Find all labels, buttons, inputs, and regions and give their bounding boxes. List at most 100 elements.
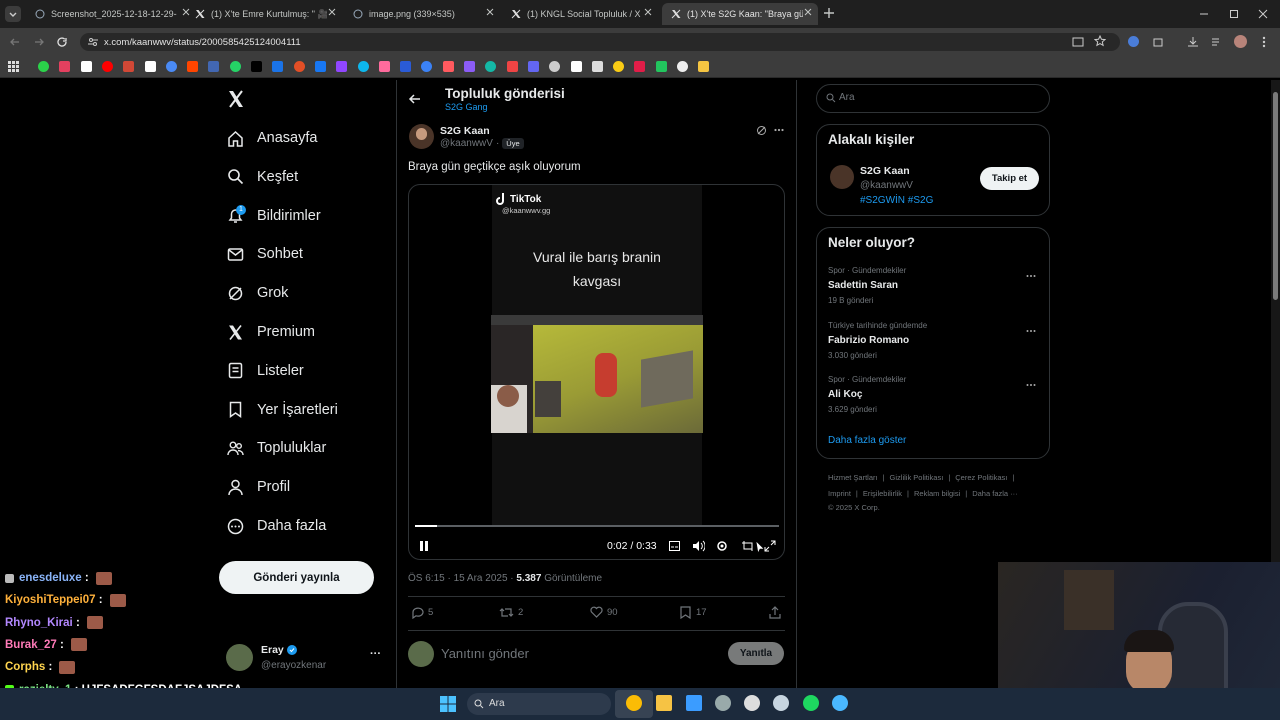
start-menu-icon[interactable] bbox=[440, 696, 456, 712]
video-player[interactable]: TikTok @kaanwwv.gg Vural ile barış brani… bbox=[408, 184, 785, 560]
bookmark-favicon-icon[interactable] bbox=[59, 61, 71, 72]
grok-icon[interactable] bbox=[756, 125, 767, 136]
bookmark-favicon-icon[interactable] bbox=[378, 61, 390, 72]
nav-item[interactable]: Keşfet bbox=[226, 164, 298, 190]
bookmark-favicon-icon[interactable] bbox=[314, 61, 326, 72]
repost-action[interactable]: 2 bbox=[499, 606, 523, 619]
browser-tab[interactable]: (1) X'te S2G Kaan: "Braya gü bbox=[662, 3, 818, 25]
back-icon[interactable] bbox=[8, 35, 22, 49]
nav-item[interactable]: Listeler bbox=[226, 358, 304, 384]
window-minimize-button[interactable] bbox=[1198, 8, 1210, 20]
tab-search-button[interactable] bbox=[5, 6, 21, 22]
photos-icon[interactable] bbox=[686, 695, 702, 711]
nav-item[interactable]: Yer İşaretleri bbox=[226, 397, 338, 423]
video-progress-track[interactable] bbox=[415, 525, 779, 527]
share-icon[interactable] bbox=[769, 606, 781, 619]
bookmark-favicon-icon[interactable] bbox=[208, 61, 220, 72]
trend-more-icon[interactable] bbox=[1026, 329, 1036, 333]
new-tab-button[interactable] bbox=[822, 6, 836, 20]
close-tab-icon[interactable] bbox=[644, 8, 652, 16]
bookmark-favicon-icon[interactable] bbox=[38, 61, 49, 72]
footer-link[interactable]: Hizmet Şartları bbox=[828, 473, 878, 482]
folder-icon[interactable] bbox=[656, 695, 672, 711]
browser-tab[interactable]: Screenshot_2025-12-18-12-29- bbox=[26, 3, 196, 25]
bookmark-favicon-icon[interactable] bbox=[165, 61, 177, 72]
profile-avatar[interactable] bbox=[1234, 35, 1247, 48]
x-logo-icon[interactable] bbox=[226, 89, 246, 109]
site-info-icon[interactable] bbox=[87, 36, 99, 48]
bookmark-favicon-icon[interactable] bbox=[655, 61, 667, 72]
footer-link[interactable]: Reklam bilgisi bbox=[914, 489, 960, 498]
bookmark-favicon-icon[interactable] bbox=[187, 61, 199, 72]
relevant-name[interactable]: S2G Kaan bbox=[860, 165, 910, 177]
bookmark-favicon-icon[interactable] bbox=[272, 61, 284, 72]
game-launcher-icon[interactable] bbox=[744, 695, 760, 711]
bookmark-favicon-icon[interactable] bbox=[293, 61, 305, 72]
post-button[interactable]: Gönderi yayınla bbox=[219, 561, 374, 594]
reply-action[interactable]: 5 bbox=[411, 606, 433, 619]
follow-button[interactable]: Takip et bbox=[980, 167, 1039, 190]
nav-item[interactable]: Grok bbox=[226, 280, 288, 306]
footer-link[interactable]: Çerez Politikası bbox=[955, 473, 1007, 482]
bookmark-favicon-icon[interactable] bbox=[506, 61, 518, 72]
bookmark-favicon-icon[interactable] bbox=[229, 61, 241, 72]
pause-icon[interactable] bbox=[419, 540, 429, 552]
footer-link[interactable]: Imprint bbox=[828, 489, 851, 498]
steam-icon[interactable] bbox=[773, 695, 789, 711]
trend-more-icon[interactable] bbox=[1026, 383, 1036, 387]
extensions-puzzle-icon[interactable] bbox=[1152, 36, 1164, 48]
extension-icon[interactable] bbox=[1128, 36, 1139, 47]
fullscreen-icon[interactable] bbox=[764, 540, 776, 552]
account-switcher[interactable]: Eray @erayozkenar ··· bbox=[226, 643, 386, 673]
account-more-icon[interactable]: ··· bbox=[370, 648, 381, 660]
apps-grid-icon[interactable] bbox=[8, 61, 19, 72]
bookmark-favicon-icon[interactable] bbox=[101, 61, 113, 72]
captions-icon[interactable] bbox=[669, 541, 680, 551]
post-more-icon[interactable] bbox=[774, 128, 784, 132]
trend-item[interactable]: Spor · Gündemdekiler Sadettin Saran 19 B g… bbox=[828, 266, 1040, 312]
settings-gear-icon[interactable] bbox=[716, 540, 728, 552]
bookmark-favicon-icon[interactable] bbox=[251, 61, 262, 72]
trend-item[interactable]: Türkiye tarihinde gündemde Fabrizio Roman… bbox=[828, 321, 1040, 367]
window-maximize-button[interactable] bbox=[1228, 8, 1240, 20]
author-name[interactable]: S2G Kaan bbox=[440, 125, 490, 137]
nav-item[interactable]: Anasayfa bbox=[226, 125, 317, 151]
download-icon[interactable] bbox=[1187, 36, 1199, 48]
nav-item[interactable]: Premium bbox=[226, 319, 315, 345]
nav-item[interactable]: Daha fazla bbox=[226, 513, 326, 539]
bookmark-favicon-icon[interactable] bbox=[527, 61, 539, 72]
scrollbar-thumb[interactable] bbox=[1273, 92, 1278, 300]
bookmark-favicon-icon[interactable] bbox=[400, 61, 412, 72]
bookmark-favicon-icon[interactable] bbox=[80, 61, 92, 72]
browser-tab[interactable]: (1) KNGL Social Topluluk / X bbox=[502, 3, 658, 25]
bookmark-favicon-icon[interactable] bbox=[464, 61, 475, 72]
bookmark-favicon-icon[interactable] bbox=[698, 61, 710, 72]
footer-link[interactable]: Erişilebilirlik bbox=[863, 489, 902, 498]
trend-more-icon[interactable] bbox=[1026, 274, 1036, 278]
nav-item[interactable]: Topluluklar bbox=[226, 435, 326, 461]
browser-icon[interactable] bbox=[832, 695, 848, 711]
show-more-link[interactable]: Daha fazla göster bbox=[828, 435, 906, 446]
community-link[interactable]: S2G Gang bbox=[445, 102, 488, 112]
author-handle[interactable]: @kaanwwV bbox=[440, 138, 493, 149]
reply-input[interactable]: Yanıtını gönder bbox=[441, 646, 529, 661]
relevant-avatar[interactable] bbox=[830, 165, 854, 189]
browser-tab[interactable]: (1) X'te Emre Kurtulmuş: " 🎥 Ö bbox=[186, 3, 342, 25]
footer-link[interactable]: Daha fazla ··· bbox=[972, 489, 1017, 498]
url-text[interactable]: x.com/kaanwwv/status/2000585425124004111 bbox=[104, 37, 301, 48]
post-timestamp[interactable]: ÖS 6:15 · 15 Ara 2025 · bbox=[408, 573, 516, 584]
forward-icon[interactable] bbox=[32, 35, 46, 49]
bookmark-favicon-icon[interactable] bbox=[144, 61, 156, 72]
like-action[interactable]: 90 bbox=[590, 606, 618, 618]
bookmark-favicon-icon[interactable] bbox=[357, 61, 369, 72]
relevant-handle[interactable]: @kaanwwV bbox=[860, 180, 913, 191]
picture-in-picture-icon[interactable] bbox=[741, 540, 753, 552]
nav-item[interactable]: Profil bbox=[226, 474, 290, 500]
close-tab-icon[interactable] bbox=[804, 8, 812, 16]
close-tab-icon[interactable] bbox=[486, 8, 494, 16]
reload-icon[interactable] bbox=[55, 35, 69, 49]
relevant-bio[interactable]: #S2GWİN #S2G bbox=[860, 195, 933, 206]
reply-button[interactable]: Yanıtla bbox=[728, 642, 784, 665]
bookmark-favicon-icon[interactable] bbox=[634, 61, 646, 72]
browser-tab[interactable]: image.png (339×535) bbox=[344, 3, 500, 25]
